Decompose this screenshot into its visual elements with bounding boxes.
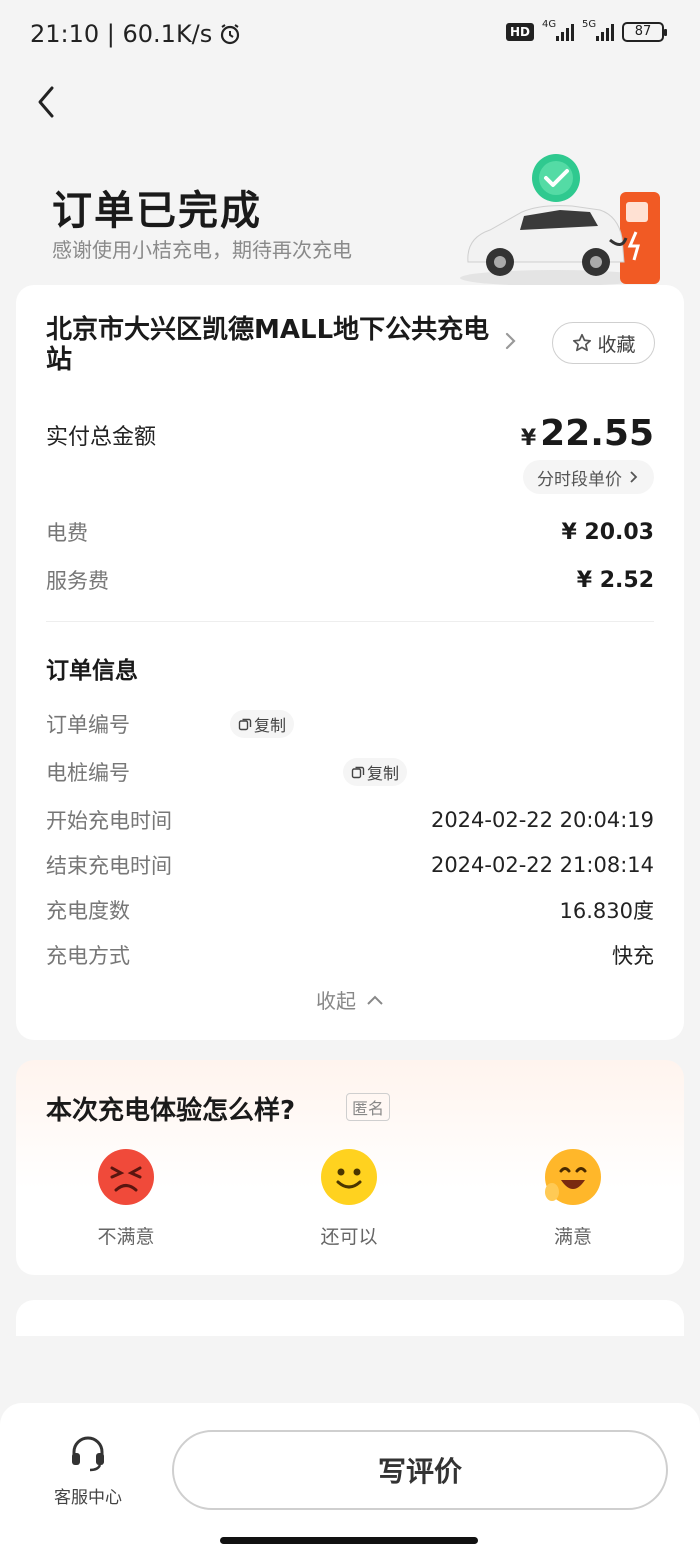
chevron-right-icon	[505, 332, 516, 350]
status-bar: 21:10 | 60.1K/s HD 4G 5G 87	[0, 0, 700, 70]
status-time: 21:10 | 60.1K/s	[30, 20, 242, 48]
chevron-up-icon	[367, 995, 383, 1005]
info-value: 快充	[612, 944, 654, 968]
customer-service-label: 客服中心	[54, 1488, 122, 1508]
info-label: 开始充电时间	[46, 809, 172, 833]
signal-5g-icon: 5G	[582, 19, 614, 41]
order-info-title: 订单信息	[46, 658, 138, 684]
signal-4g-icon: 4G	[542, 19, 574, 41]
favorite-button[interactable]: 收藏	[552, 322, 655, 364]
angry-face-icon	[98, 1149, 154, 1205]
next-card-partial	[16, 1300, 684, 1336]
info-row-start-time: 开始充电时间 2024-02-22 20:04:19	[46, 805, 654, 835]
rating-title: 本次充电体验怎么样?	[46, 1096, 296, 1126]
page-title: 订单已完成	[52, 188, 262, 234]
alarm-icon	[221, 24, 240, 45]
rating-label: 不满意	[97, 1226, 155, 1248]
bottom-action-bar: 客服中心 写评价	[0, 1403, 700, 1555]
rating-option-satisfied[interactable]: 满意	[513, 1148, 633, 1249]
info-row-energy: 充电度数 16.830度	[46, 895, 654, 925]
time-price-button[interactable]: 分时段单价	[523, 460, 654, 494]
star-icon	[573, 333, 592, 352]
copy-icon	[351, 766, 365, 779]
info-label: 充电方式	[46, 944, 130, 968]
info-label: 订单编号	[46, 713, 130, 737]
currency-symbol: ¥	[520, 426, 537, 451]
write-review-button[interactable]: 写评价	[172, 1430, 668, 1510]
back-button[interactable]	[28, 80, 68, 124]
fee-value: ¥ 20.03	[561, 519, 654, 545]
divider	[46, 621, 654, 622]
info-row-end-time: 结束充电时间 2024-02-22 21:08:14	[46, 850, 654, 880]
info-label: 电桩编号	[46, 761, 130, 785]
fee-label: 服务费	[46, 569, 109, 593]
time-price-label: 分时段单价	[537, 469, 622, 490]
rating-option-okay[interactable]: 还可以	[289, 1148, 409, 1249]
info-value: 16.830度	[559, 899, 654, 923]
fee-row-electricity: 电费 ¥ 20.03	[46, 517, 654, 547]
copy-order-number-button[interactable]: 复制	[230, 710, 295, 738]
rating-option-dissatisfied[interactable]: 不满意	[66, 1148, 186, 1249]
collapse-label: 收起	[316, 989, 356, 1013]
info-value: 2024-02-22 20:04:19	[430, 808, 654, 832]
copy-label: 复制	[254, 716, 287, 735]
collapse-button[interactable]: 收起	[16, 985, 684, 1014]
info-value: 2024-02-22 21:08:14	[430, 853, 654, 877]
favorite-label: 收藏	[597, 333, 636, 356]
rating-label: 还可以	[320, 1226, 378, 1248]
fee-row-service: 服务费 ¥ 2.52	[46, 565, 654, 595]
headset-icon	[72, 1436, 104, 1472]
rating-label: 满意	[553, 1226, 592, 1248]
station-detail-arrow[interactable]	[500, 331, 520, 351]
info-row-order-number: 订单编号	[46, 709, 654, 739]
copy-label: 复制	[367, 764, 400, 783]
car-charging-illustration	[460, 154, 660, 286]
page-subtitle: 感谢使用小桔充电，期待再次充电	[52, 238, 352, 262]
copy-icon	[238, 718, 252, 731]
happy-face-icon	[545, 1149, 601, 1205]
fee-value: ¥ 2.52	[576, 567, 654, 593]
total-amount: ¥ 22.55	[521, 413, 654, 454]
status-indicators: HD 4G 5G 87	[505, 19, 667, 42]
customer-service-button[interactable]: 客服中心	[36, 1433, 140, 1508]
info-label: 充电度数	[46, 899, 130, 923]
status-time-speed: 21:10 | 60.1K/s	[30, 20, 213, 48]
copy-pile-number-button[interactable]: 复制	[343, 758, 408, 786]
hd-badge: HD	[505, 23, 534, 41]
station-name[interactable]: 北京市大兴区凯德MALL地下公共充电站	[46, 315, 496, 375]
smile-face-icon	[321, 1149, 377, 1205]
total-label: 实付总金额	[46, 425, 157, 450]
rating-card: 本次充电体验怎么样? 匿名 不满意 还可以 满意	[16, 1060, 684, 1275]
chevron-left-icon	[38, 86, 54, 118]
total-amount-value: 22.55	[540, 413, 654, 454]
anonymous-tag: 匿名	[346, 1093, 391, 1121]
info-label: 结束充电时间	[46, 854, 172, 878]
fee-label: 电费	[46, 521, 88, 545]
info-row-charge-mode: 充电方式 快充	[46, 940, 654, 970]
home-indicator	[220, 1537, 478, 1544]
chevron-right-icon	[630, 471, 638, 483]
order-detail-card: 北京市大兴区凯德MALL地下公共充电站 收藏 实付总金额 ¥ 22.55 分时段…	[16, 285, 684, 1040]
battery-icon: 87	[622, 22, 667, 42]
